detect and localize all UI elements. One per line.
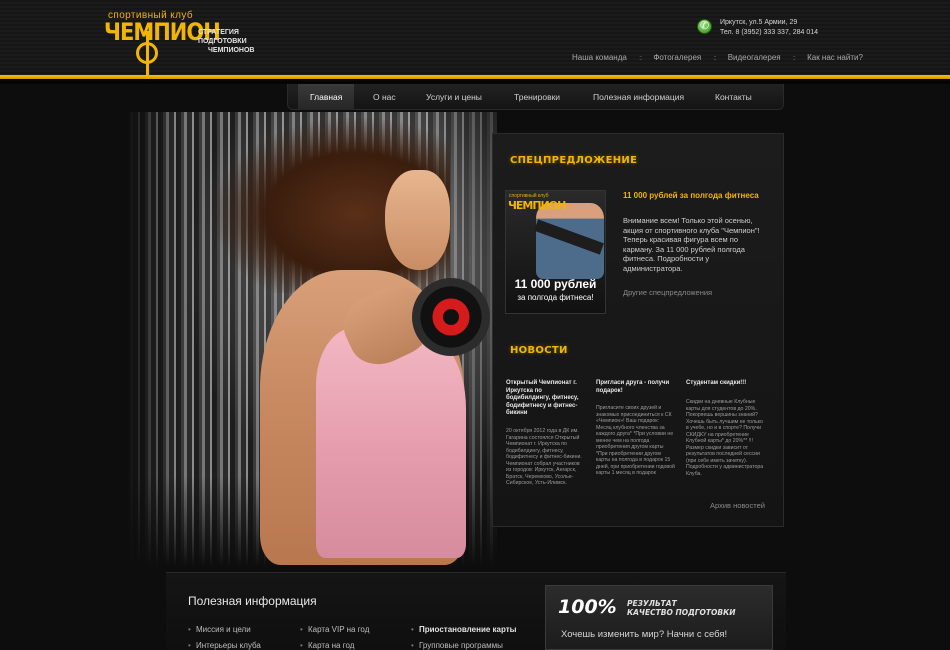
slogan: СТРАТЕГИЯ ПОДГОТОВКИ ЧЕМПИОНОВ [198,28,278,55]
list-bullet: • [188,625,191,634]
promo-banner[interactable]: спортивный клуб ЧЕМПИОН 11 000 рублей за… [505,190,606,314]
info-link-interiors[interactable]: Интерьеры клуба [196,641,261,650]
other-offers-link[interactable]: Другие спецпредложения [623,288,712,297]
promo-price-sub: за полгода фитнеса! [517,293,594,302]
main-nav-contacts[interactable]: Контакты [715,84,752,110]
slogan-line-1: СТРАТЕГИЯ ПОДГОТОВКИ [198,29,247,45]
promo-text: Внимание всем! Только этой осенью, акция… [623,216,760,273]
info-link-year-card[interactable]: Карта на год [308,641,354,650]
club-logo[interactable]: спортивный клуб ЧЕМПИОН [104,10,221,75]
hero-pink-top [316,328,466,558]
info-link-group-programs[interactable]: Групповые программы [419,641,503,650]
news-title-2[interactable]: Пригласи друга - получи подарок! [596,380,676,395]
news-heading: НОВОСТИ [510,345,568,356]
phone-icon [697,19,712,34]
top-nav-link-video[interactable]: Видеогалерея [728,53,781,62]
list-bullet: • [411,641,414,650]
top-nav: Наша команда :: Фотогалерея :: Видеогале… [572,53,863,62]
address-text: Иркутск, ул.5 Армии, 29 [720,19,798,26]
special-offer-heading: СПЕЦПРЕДЛОЖЕНИЕ [510,155,638,166]
top-nav-separator: :: [713,55,717,62]
result-label: РЕЗУЛЬТАТ КАЧЕСТВО ПОДГОТОВКИ [627,599,736,617]
main-nav-about[interactable]: О нас [373,84,396,110]
info-link-vip-card[interactable]: Карта VIP на год [308,625,369,634]
list-bullet: • [188,641,191,650]
promo-price: 11 000 рублей [514,277,597,291]
logo-dumbbell-icon [136,31,158,75]
contact-info: Иркутск, ул.5 Армии, 29 Тел. 8 (3952) 33… [720,18,818,38]
list-bullet: • [300,641,303,650]
news-text-2: Пригласите своих друзей и знакомых присо… [596,405,675,476]
promo-title[interactable]: 11 000 рублей за полгода фитнеса [623,191,763,201]
info-link-mission[interactable]: Миссия и цели [196,625,251,634]
slogan-line-2: ЧЕМПИОНОВ [208,47,255,54]
info-link-card-freeze[interactable]: Приостановление карты [419,625,517,634]
top-nav-link-location[interactable]: Как нас найти? [807,53,863,62]
promo-logo-main: ЧЕМПИОН [508,199,566,212]
main-nav: Главная О нас Услуги и цены Тренировки П… [287,84,784,110]
result-label-line-1: РЕЗУЛЬТАТ [627,599,677,608]
news-archive-link[interactable]: Архив новостей [710,501,765,510]
top-nav-separator: :: [639,55,642,62]
result-quote: Хочешь изменить мир? Начни с себя! [561,629,728,640]
news-title-3[interactable]: Студентам скидки!!! [686,380,766,388]
main-nav-useful-info[interactable]: Полезная информация [593,84,684,110]
main-nav-trainings[interactable]: Тренировки [514,84,560,110]
main-nav-services[interactable]: Услуги и цены [426,84,482,110]
list-bullet: • [411,625,414,634]
news-text-1: 20 октября 2012 года в ДК им. Гагарина с… [506,428,582,486]
news-title-1[interactable]: Открытый Чемпионат г. Иркутска по бодиби… [506,380,586,418]
result-label-line-2: КАЧЕСТВО ПОДГОТОВКИ [627,608,736,617]
list-bullet: • [300,625,303,634]
result-percent: 100% [558,596,617,618]
phone-text: Тел. 8 (3952) 333 337, 284 014 [720,29,819,36]
dumbbell-icon [412,278,490,356]
news-text-3: Скидки на дневные Клубные карты для студ… [686,399,764,477]
top-nav-link-photo[interactable]: Фотогалерея [653,53,701,62]
main-nav-home[interactable]: Главная [298,84,355,110]
top-nav-link-team[interactable]: Наша команда [572,53,627,62]
useful-info-heading: Полезная информация [188,594,317,608]
hero-face [385,170,450,270]
top-nav-separator: :: [792,55,796,62]
